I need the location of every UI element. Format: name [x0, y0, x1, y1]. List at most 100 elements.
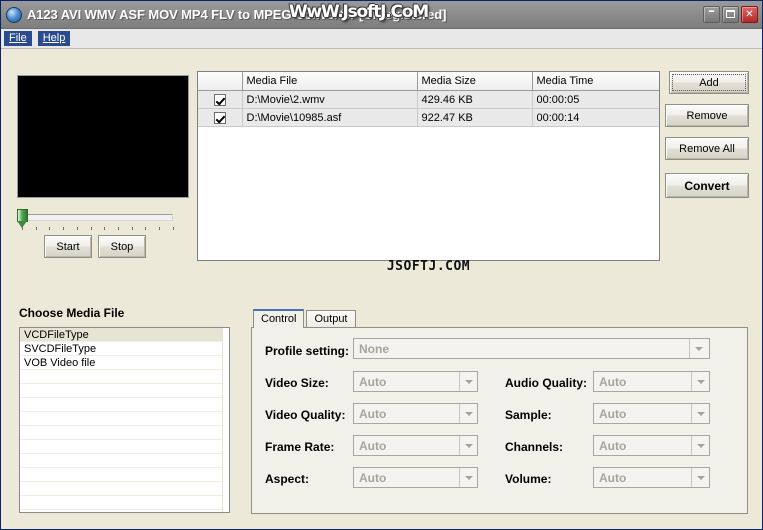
video-quality-select[interactable]: Auto [353, 403, 478, 424]
chevron-down-icon[interactable] [691, 468, 709, 487]
maximize-button[interactable] [722, 6, 739, 23]
chevron-down-icon[interactable] [459, 372, 477, 391]
table-row[interactable]: D:\Movie\10985.asf 922.47 KB 00:00:14 [198, 108, 659, 127]
window-title: A123 AVI WMV ASF MOV MP4 FLV to MPEG Con… [27, 7, 447, 22]
column-header-media-file[interactable]: Media File [242, 72, 418, 91]
profile-setting-value: None [359, 341, 389, 356]
checkbox-checked-icon[interactable] [213, 111, 226, 124]
chevron-down-icon[interactable] [691, 404, 709, 423]
list-item-empty [20, 384, 229, 398]
video-quality-value: Auto [359, 406, 387, 421]
maximize-icon [726, 10, 735, 18]
list-item-empty [20, 482, 229, 496]
frame-rate-label: Frame Rate: [265, 440, 335, 454]
chevron-down-icon[interactable] [459, 404, 477, 423]
cell-media-size: 429.46 KB [417, 90, 533, 109]
stop-button[interactable]: Stop [98, 235, 146, 258]
menu-item-file-label: File [9, 32, 27, 44]
tab-strip: Control Output [253, 309, 358, 328]
chevron-down-icon[interactable] [689, 339, 709, 358]
add-button[interactable]: Add [669, 71, 749, 94]
title-bar: A123 AVI WMV ASF MOV MP4 FLV to MPEG Con… [1, 1, 762, 29]
minimize-button[interactable]: – [703, 4, 720, 23]
remove-all-button[interactable]: Remove All [665, 137, 749, 160]
volume-label: Volume: [505, 472, 552, 486]
cell-media-file: D:\Movie\2.wmv [242, 90, 418, 109]
media-type-list[interactable]: VCDFileType SVCDFileType VOB Video file [19, 327, 230, 513]
video-size-label: Video Size: [265, 376, 329, 390]
slider-groove [23, 214, 173, 221]
application-window: A123 AVI WMV ASF MOV MP4 FLV to MPEG Con… [0, 0, 763, 530]
close-icon: ✕ [745, 9, 754, 20]
cell-media-file: D:\Movie\10985.asf [242, 108, 418, 127]
list-item[interactable]: SVCDFileType [20, 342, 229, 356]
menu-bar: File Help [1, 29, 762, 49]
chevron-down-icon[interactable] [691, 436, 709, 455]
convert-button[interactable]: Convert [665, 173, 749, 198]
channels-select[interactable]: Auto [593, 435, 710, 456]
list-item[interactable]: VOB Video file [20, 356, 229, 370]
menu-item-help-label: Help [42, 32, 66, 44]
column-header-media-size[interactable]: Media Size [417, 72, 533, 91]
app-icon [6, 6, 22, 23]
audio-quality-select[interactable]: Auto [593, 371, 710, 392]
cell-media-size: 922.47 KB [417, 108, 533, 127]
channels-label: Channels: [505, 440, 564, 454]
video-size-value: Auto [359, 374, 387, 389]
cell-media-time: 00:00:05 [532, 90, 659, 109]
close-button[interactable]: ✕ [741, 6, 758, 23]
column-header-check[interactable] [198, 72, 243, 91]
volume-value: Auto [599, 470, 627, 485]
tab-control[interactable]: Control [253, 309, 305, 328]
aspect-value: Auto [359, 470, 387, 485]
media-file-list[interactable]: Media File Media Size Media Time D:\Movi… [197, 71, 660, 261]
cell-media-time: 00:00:14 [532, 108, 659, 127]
audio-quality-label: Audio Quality: [505, 376, 587, 390]
sample-select[interactable]: Auto [593, 403, 710, 424]
slider-ticks [22, 227, 174, 231]
list-item-empty [20, 496, 229, 510]
chevron-down-icon[interactable] [459, 468, 477, 487]
list-item-empty [20, 454, 229, 468]
list-item-empty [20, 412, 229, 426]
frame-rate-select[interactable]: Auto [353, 435, 478, 456]
video-preview[interactable] [17, 75, 189, 198]
list-item-empty [20, 426, 229, 440]
list-item-empty [20, 468, 229, 482]
checkbox-checked-icon[interactable] [213, 93, 226, 106]
profile-setting-select[interactable]: None [353, 338, 710, 359]
sample-value: Auto [599, 406, 627, 421]
sample-label: Sample: [505, 408, 552, 422]
media-file-table: Media File Media Size Media Time D:\Movi… [198, 72, 659, 127]
frame-rate-value: Auto [359, 438, 387, 453]
audio-quality-value: Auto [599, 374, 627, 389]
row-checkbox-cell[interactable] [198, 108, 243, 127]
column-header-media-time[interactable]: Media Time [532, 72, 659, 91]
list-item-empty [20, 440, 229, 454]
volume-select[interactable]: Auto [593, 467, 710, 488]
table-header-row: Media File Media Size Media Time [198, 72, 659, 91]
playback-slider[interactable] [17, 208, 174, 231]
tab-output[interactable]: Output [306, 310, 356, 328]
table-row[interactable]: D:\Movie\2.wmv 429.46 KB 00:00:05 [198, 90, 659, 109]
start-button[interactable]: Start [44, 235, 92, 258]
chevron-down-icon[interactable] [459, 436, 477, 455]
choose-media-file-title: Choose Media File [19, 306, 125, 320]
chevron-down-icon[interactable] [691, 372, 709, 391]
video-size-select[interactable]: Auto [353, 371, 478, 392]
channels-value: Auto [599, 438, 627, 453]
list-scroll-column [222, 328, 229, 512]
minimize-icon: – [708, 4, 715, 19]
focus-ring [672, 74, 746, 91]
menu-item-help[interactable]: Help [37, 31, 71, 46]
menu-item-file[interactable]: File [4, 31, 32, 46]
list-watermark: JSOFTJ.COM [386, 259, 471, 274]
aspect-select[interactable]: Auto [353, 467, 478, 488]
list-item[interactable]: VCDFileType [20, 328, 229, 342]
remove-button[interactable]: Remove [665, 104, 749, 127]
row-checkbox-cell[interactable] [198, 90, 243, 109]
aspect-label: Aspect: [265, 472, 310, 486]
window-controls: – ✕ [703, 4, 758, 23]
slider-thumb[interactable] [17, 209, 28, 229]
profile-setting-label: Profile setting: [265, 344, 350, 358]
